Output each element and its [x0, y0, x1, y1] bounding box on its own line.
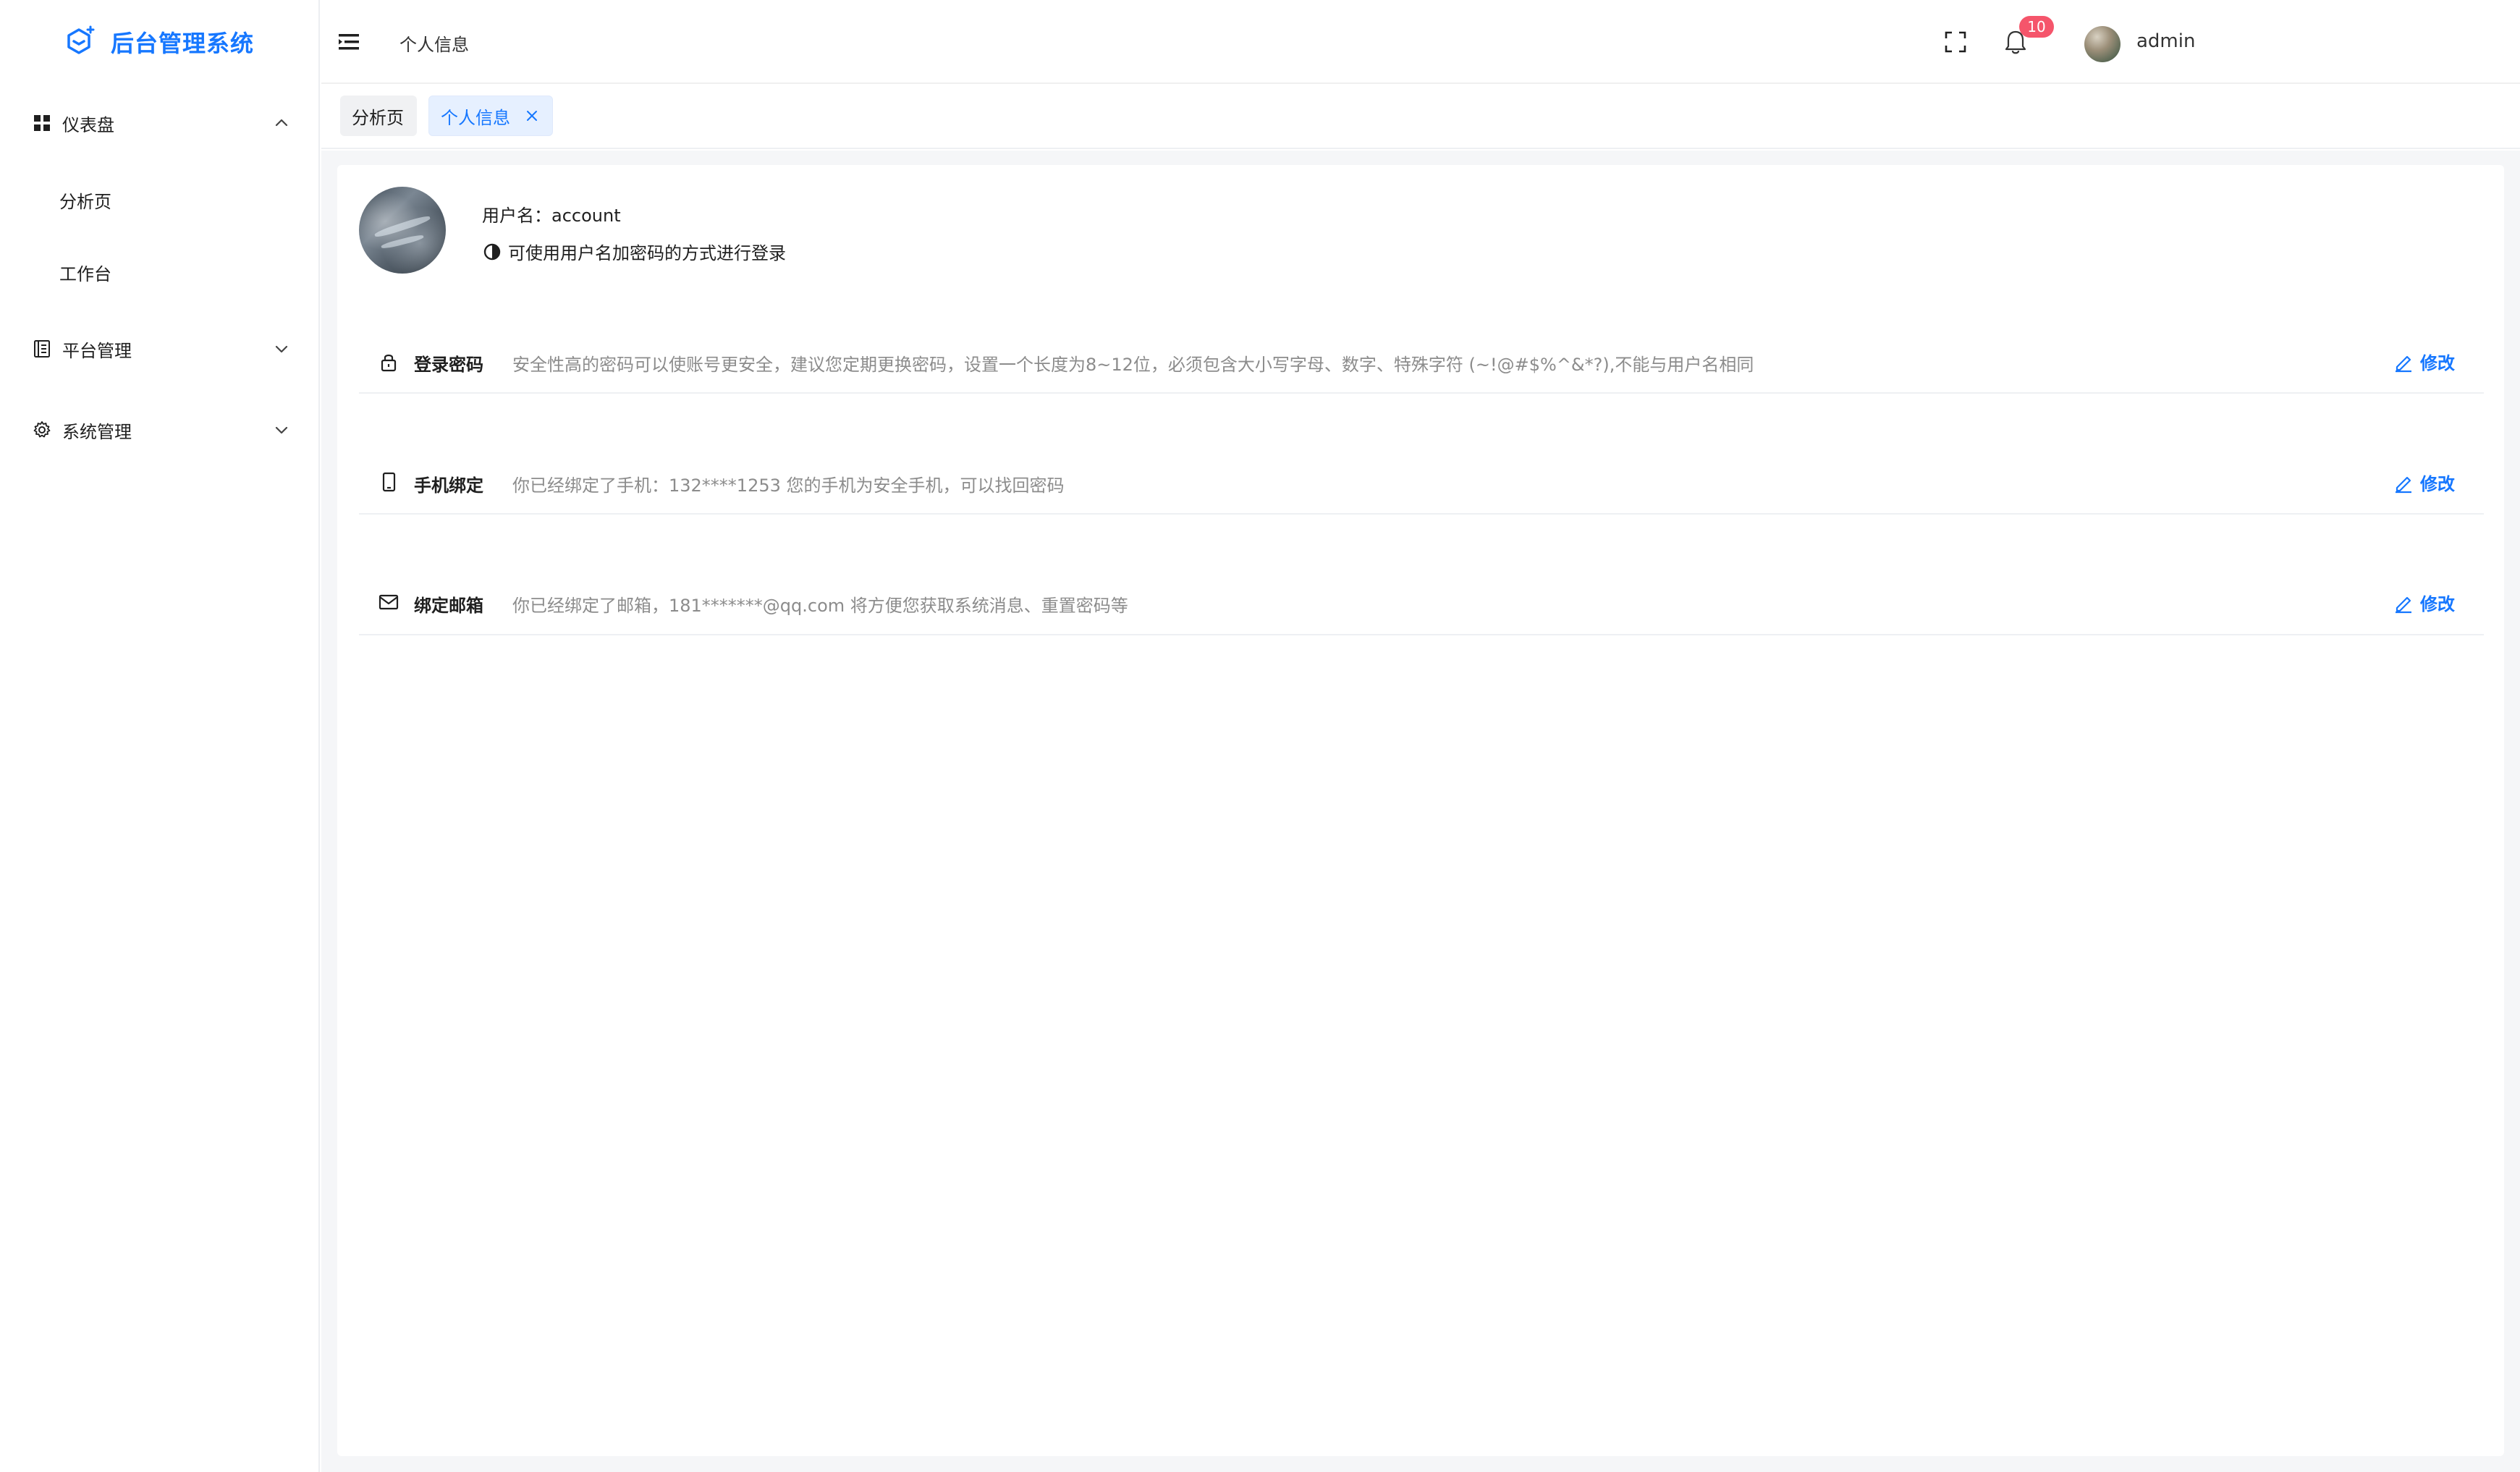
tab-analysis[interactable]: 分析页 — [340, 96, 417, 136]
edit-label: 修改 — [2420, 353, 2455, 373]
sidebar-item-analysis[interactable]: 分析页 — [0, 164, 320, 236]
tab-label: 个人信息 — [441, 107, 510, 128]
mail-icon — [379, 594, 399, 610]
close-icon[interactable] — [525, 109, 539, 123]
security-title: 手机绑定 — [414, 475, 483, 496]
sidebar-group-label: 平台管理 — [62, 340, 132, 361]
gear-icon — [33, 421, 51, 438]
chevron-up-icon — [275, 119, 288, 127]
sidebar-item-label: 工作台 — [59, 263, 111, 284]
sidebar-group-dashboard[interactable]: 仪表盘 — [0, 87, 320, 159]
lock-icon — [381, 354, 397, 372]
edit-password-button[interactable]: 修改 — [2393, 349, 2455, 374]
tab-label: 分析页 — [352, 107, 404, 128]
menu-fold-icon[interactable] — [337, 32, 360, 52]
sidebar-group-label: 系统管理 — [62, 421, 132, 442]
username-text: 用户名：account — [482, 206, 621, 226]
security-row-email: 绑定邮箱 你已经绑定了邮箱，181*******@qq.com 将方便您获取系统… — [359, 515, 2484, 635]
tab-profile[interactable]: 个人信息 — [428, 96, 553, 136]
sidebar-group-platform[interactable]: 平台管理 — [0, 313, 320, 385]
sidebar-group-system[interactable]: 系统管理 — [0, 394, 320, 466]
security-description: 你已经绑定了邮箱，181*******@qq.com 将方便您获取系统消息、重置… — [512, 596, 1128, 616]
mobile-phone-icon — [382, 472, 396, 492]
app-root: 后台管理系统 仪表盘 分析页 工作台 平台管理 系统管理 个人信息 10 adm… — [0, 0, 2520, 1472]
chevron-down-icon — [275, 426, 288, 434]
fullscreen-icon[interactable] — [1944, 30, 1967, 54]
half-circle-icon — [483, 243, 501, 260]
edit-label: 修改 — [2420, 474, 2455, 494]
app-title: 后台管理系统 — [110, 30, 254, 57]
login-hint: 可使用用户名加密码的方式进行登录 — [482, 239, 786, 264]
edit-phone-button[interactable]: 修改 — [2393, 470, 2455, 495]
security-title: 登录密码 — [414, 355, 483, 375]
dashboard-grid-icon — [34, 115, 50, 131]
chevron-down-icon — [275, 345, 288, 353]
sidebar-group-label: 仪表盘 — [62, 114, 114, 135]
login-hint-text: 可使用用户名加密码的方式进行登录 — [508, 243, 786, 263]
logo-icon — [67, 25, 95, 54]
edit-icon — [2396, 355, 2411, 372]
edit-email-button[interactable]: 修改 — [2393, 590, 2455, 615]
edit-icon — [2396, 476, 2411, 493]
edit-label: 修改 — [2420, 594, 2455, 614]
tabs-bar: 分析页 个人信息 — [321, 85, 2520, 149]
header-username[interactable]: admin — [2136, 30, 2195, 52]
sidebar-item-label: 分析页 — [59, 191, 111, 212]
sidebar: 后台管理系统 仪表盘 分析页 工作台 平台管理 系统管理 — [0, 0, 320, 1472]
profile-avatar — [359, 187, 446, 274]
security-description: 安全性高的密码可以使账号更安全，建议您定期更换密码，设置一个长度为8~12位，必… — [512, 355, 1754, 375]
breadcrumb: 个人信息 — [399, 35, 469, 55]
security-row-password: 登录密码 安全性高的密码可以使账号更安全，建议您定期更换密码，设置一个长度为8~… — [359, 274, 2484, 394]
sidebar-item-workbench[interactable]: 工作台 — [0, 236, 320, 308]
app-logo[interactable]: 后台管理系统 — [0, 0, 318, 84]
document-icon — [34, 340, 50, 358]
security-row-phone: 手机绑定 你已经绑定了手机：132****1253 您的手机为安全手机，可以找回… — [359, 394, 2484, 515]
notification-badge: 10 — [2019, 16, 2054, 38]
avatar[interactable] — [2084, 26, 2121, 62]
security-title: 绑定邮箱 — [414, 596, 483, 616]
edit-icon — [2396, 596, 2411, 613]
security-description: 你已经绑定了手机：132****1253 您的手机为安全手机，可以找回密码 — [512, 475, 1065, 496]
